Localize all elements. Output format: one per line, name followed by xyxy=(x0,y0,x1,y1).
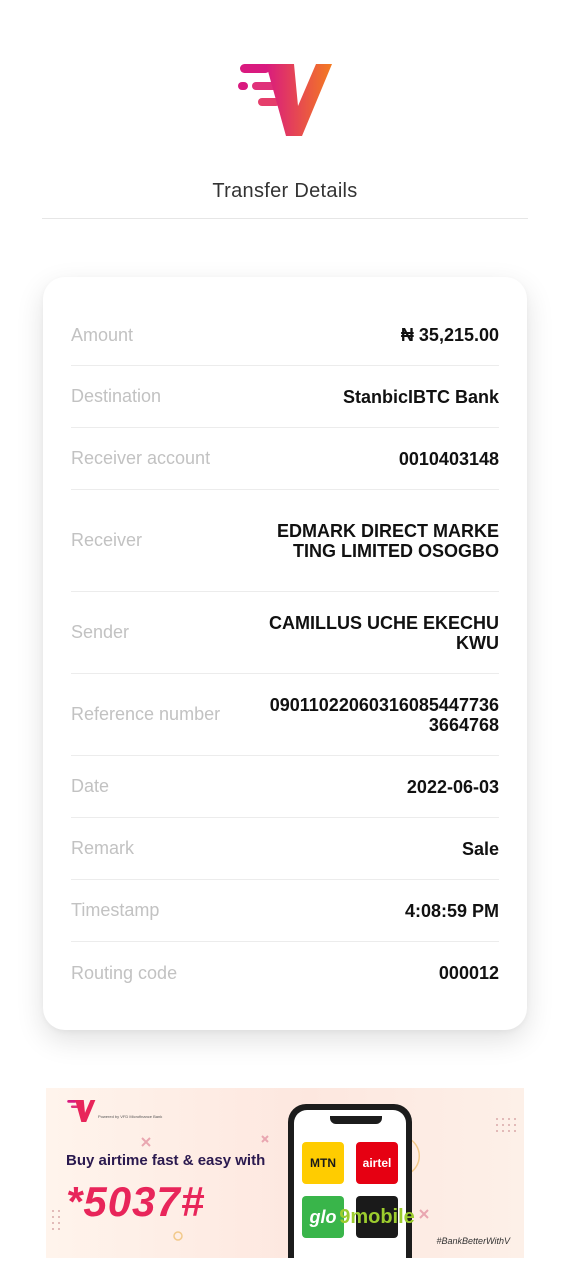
detail-row-receiver: Receiver EDMARK DIRECT MARKETING LIMITED… xyxy=(71,490,499,592)
detail-value: Sale xyxy=(461,838,499,859)
detail-row-sender: Sender CAMILLUS UCHE EKECHUKWU xyxy=(71,592,499,674)
transfer-details-card: Amount ₦ 35,215.00 Destination StanbicIB… xyxy=(43,277,527,1030)
detail-row-destination: Destination StanbicIBTC Bank xyxy=(71,366,499,428)
detail-label: Remark xyxy=(71,838,135,858)
glo-logo-icon: glo xyxy=(302,1196,344,1238)
airtel-logo-icon: airtel xyxy=(356,1142,398,1184)
v-bank-logo xyxy=(238,64,332,136)
page-title: Transfer Details xyxy=(212,180,358,202)
detail-value: 000012 xyxy=(438,963,499,983)
cross-decor-icon xyxy=(419,1209,429,1219)
ussd-code: *5037# xyxy=(66,1178,206,1225)
detail-row-remark: Remark Sale xyxy=(71,818,499,880)
circle-decor-icon xyxy=(173,1231,183,1241)
detail-list: Amount ₦ 35,215.00 Destination StanbicIB… xyxy=(71,305,499,1004)
promo-headline: Buy airtime fast & easy with xyxy=(66,1152,266,1169)
detail-label: Receiver xyxy=(71,530,143,550)
detail-row-amount: Amount ₦ 35,215.00 xyxy=(71,305,499,366)
9mobile-logo-icon: 9mobile xyxy=(339,1196,415,1238)
detail-row-date: Date 2022-06-03 xyxy=(71,756,499,818)
detail-value: 4:08:59 PM xyxy=(404,900,499,921)
detail-label: Amount xyxy=(71,324,134,345)
airtime-promo-banner[interactable]: Powered by VFD Microfinance Bank Buy air… xyxy=(46,1088,524,1258)
detail-row-receiver-account: Receiver account 0010403148 xyxy=(71,428,499,490)
cross-decor-icon xyxy=(261,1135,269,1143)
detail-label: Timestamp xyxy=(71,900,160,920)
detail-row-timestamp: Timestamp 4:08:59 PM xyxy=(71,880,499,942)
v-bank-small-logo xyxy=(67,1099,96,1123)
detail-value: CAMILLUS UCHE EKECHUKWU xyxy=(269,612,500,653)
title-divider xyxy=(42,218,528,219)
cross-decor-icon xyxy=(141,1137,151,1147)
hashtag-text: #BankBetterWithV xyxy=(436,1236,510,1246)
detail-label: Destination xyxy=(71,386,162,406)
mtn-logo-icon: MTN xyxy=(302,1142,344,1184)
detail-row-routing-code: Routing code 000012 xyxy=(71,942,499,1004)
detail-label: Reference number xyxy=(71,704,221,724)
detail-value: StanbicIBTC Bank xyxy=(342,386,499,407)
phone-notch xyxy=(330,1116,382,1124)
detail-value: EDMARK DIRECT MARKETING LIMITED OSOGBO xyxy=(277,520,499,561)
detail-value: 2022-06-03 xyxy=(406,776,499,797)
detail-label: Routing code xyxy=(71,962,178,983)
detail-label: Sender xyxy=(71,622,130,642)
powered-by-text: Powered by VFD Microfinance Bank xyxy=(98,1114,163,1119)
detail-value: 090110220603160854477363664768 xyxy=(269,694,499,735)
phone-mockup: MTN airtel glo 9mobile xyxy=(288,1104,415,1258)
dots-decor-icon xyxy=(52,1210,60,1230)
dots-decor-icon xyxy=(496,1118,516,1132)
detail-value: 0010403148 xyxy=(398,448,499,469)
detail-value: ₦ 35,215.00 xyxy=(400,325,499,345)
detail-label: Date xyxy=(71,776,110,796)
detail-row-reference-number: Reference number 09011022060316085447736… xyxy=(71,674,499,756)
phone-screen: MTN airtel glo 9mobile xyxy=(294,1110,415,1258)
detail-label: Receiver account xyxy=(71,448,211,468)
